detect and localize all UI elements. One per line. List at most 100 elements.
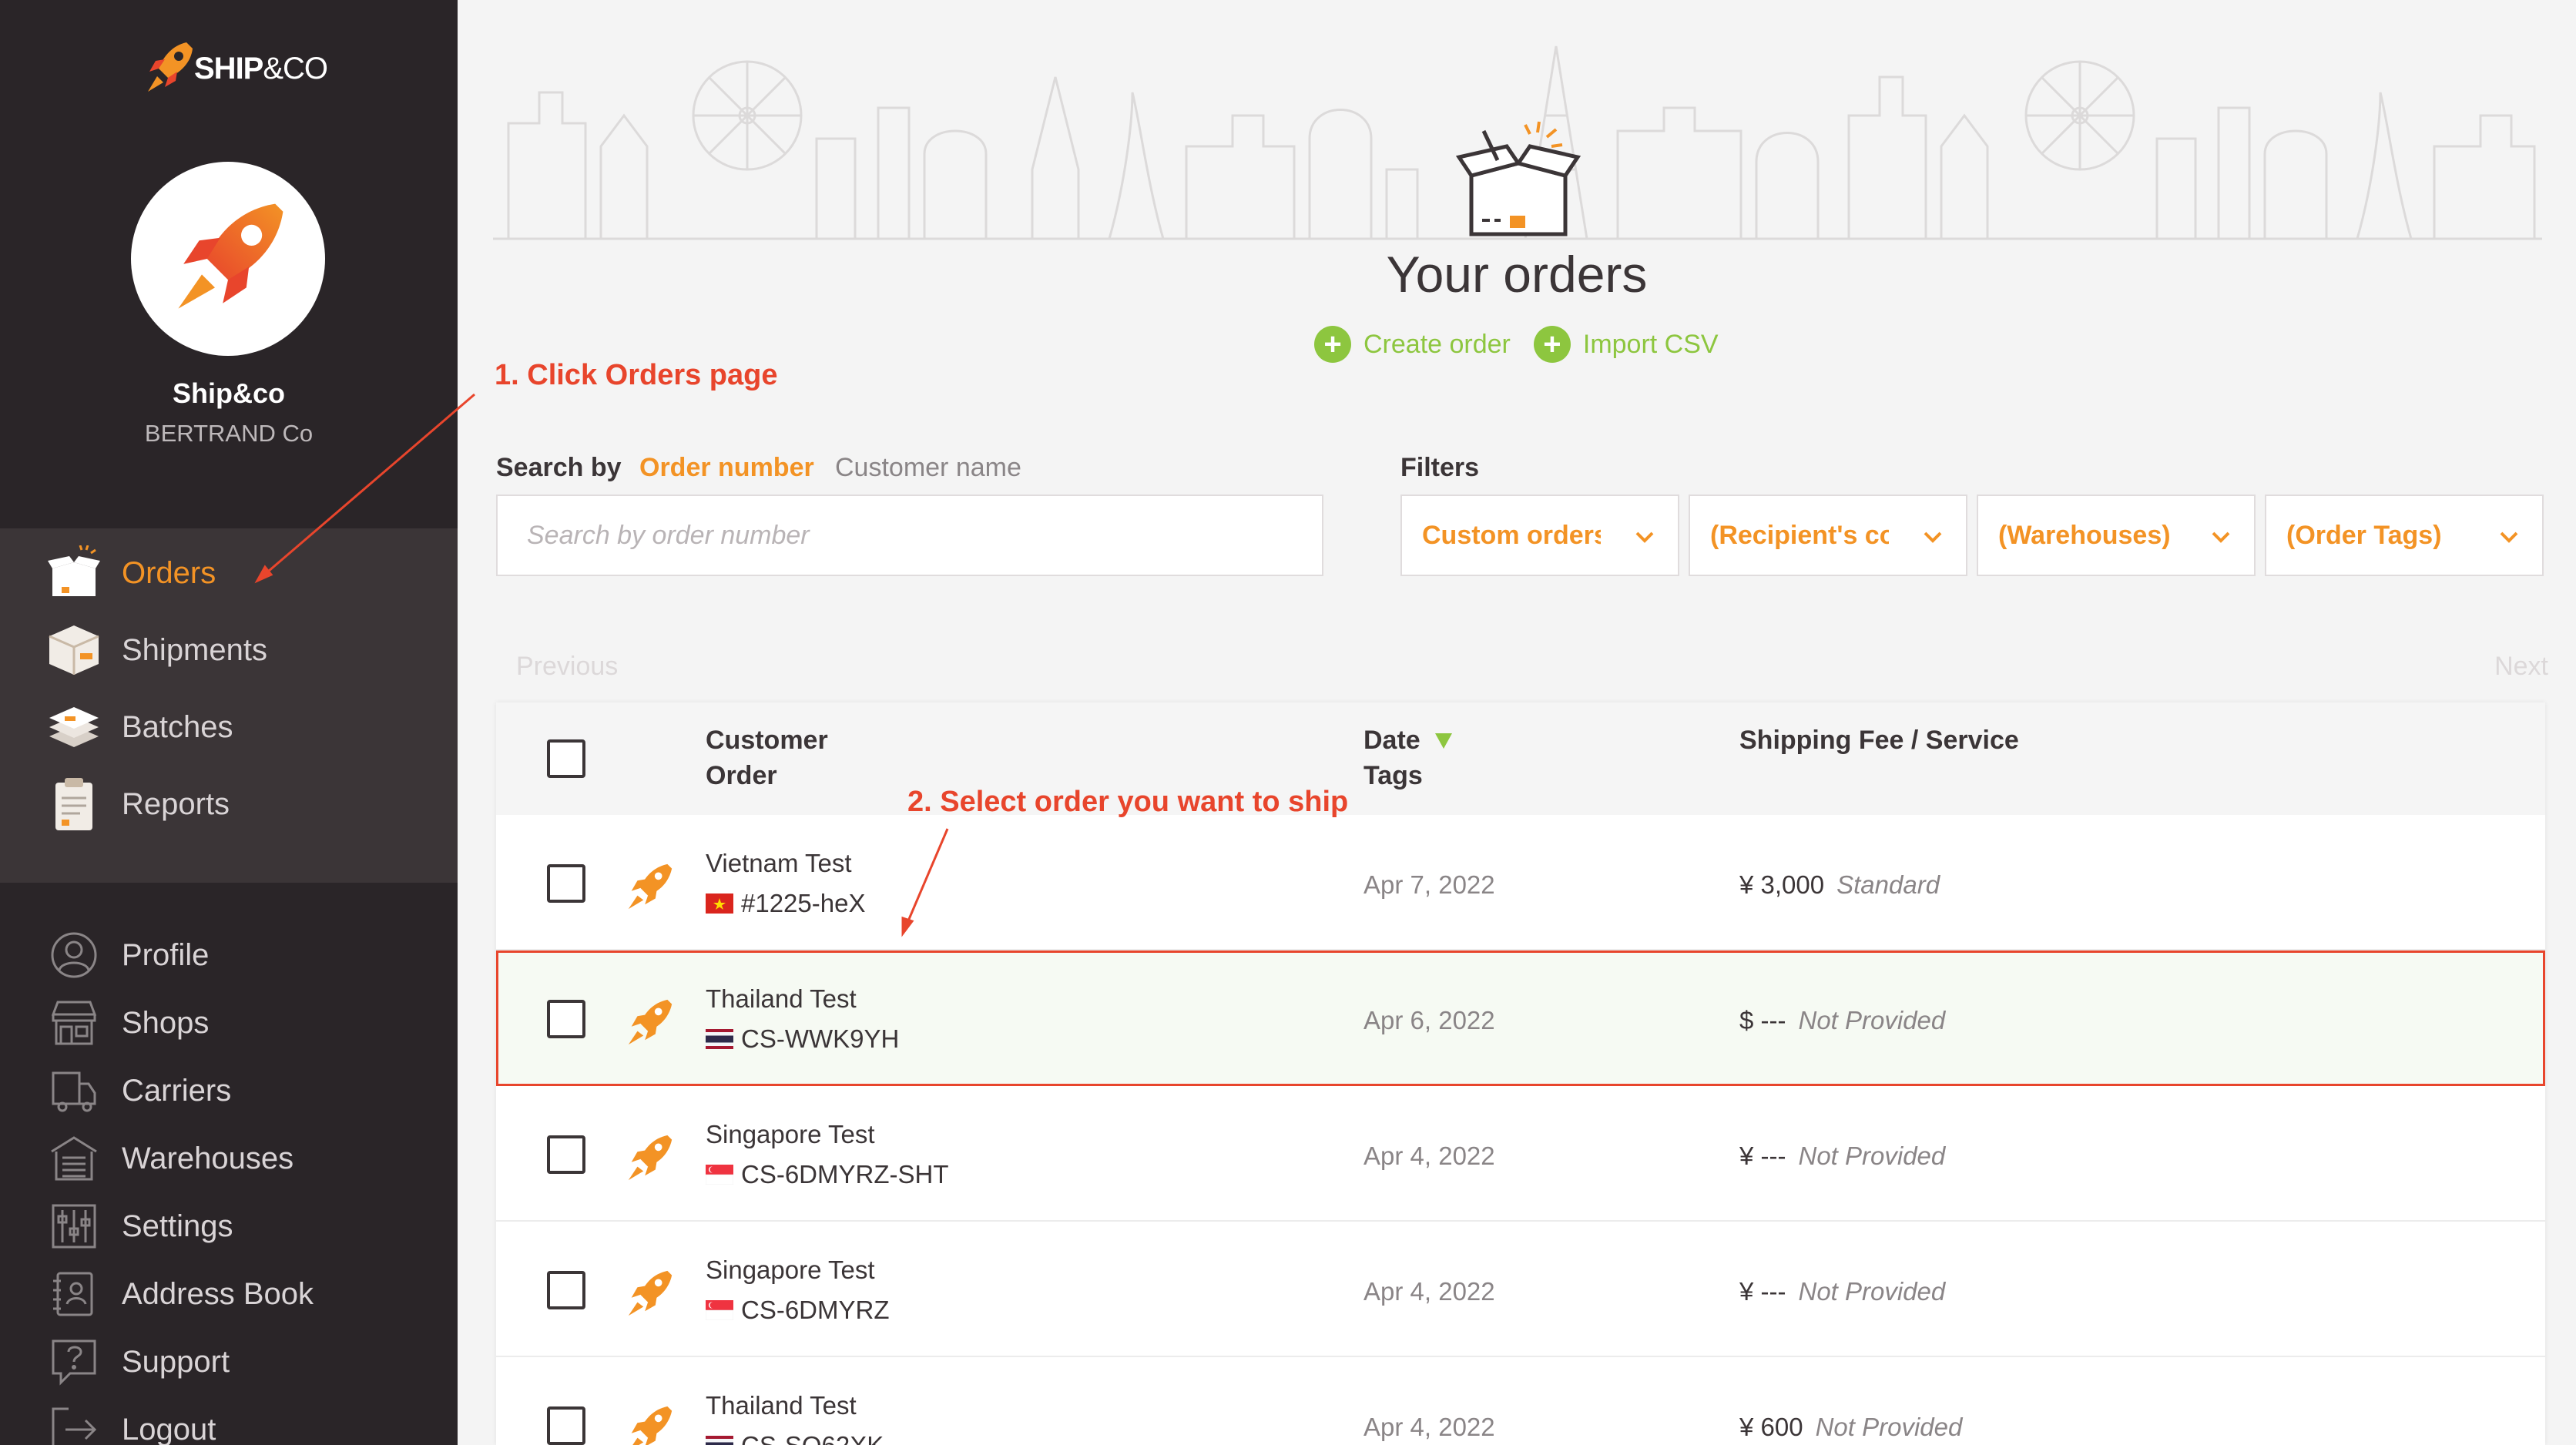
sort-desc-icon <box>1435 733 1453 749</box>
shipping-fee: ¥ 3,000 Standard <box>1739 870 1940 899</box>
filters-label: Filters <box>1400 453 1480 482</box>
sidebar-item-settings[interactable]: Settings <box>0 1189 458 1263</box>
chevron-down-icon <box>1924 531 1942 543</box>
row-checkbox[interactable] <box>547 864 585 903</box>
header-customer[interactable]: Customer <box>706 722 828 758</box>
header-date[interactable]: Date <box>1363 722 1454 758</box>
pager-next[interactable]: Next <box>2494 652 2548 682</box>
filter-warehouses[interactable]: (Warehouses) <box>1977 495 2256 576</box>
sidebar-item-label: Reports <box>122 786 230 821</box>
shop-rocket-icon <box>628 863 673 910</box>
question-icon <box>48 1336 100 1388</box>
table-row[interactable]: Vietnam Test #1225-heX Apr 7, 2022 ¥ 3,0… <box>496 815 2545 950</box>
sidebar-item-reports[interactable]: Reports <box>0 767 458 841</box>
shipandco-logo[interactable]: SHIP&CO <box>143 35 328 102</box>
search-mode-order-number[interactable]: Order number <box>639 453 814 483</box>
order-number: CS-WWK9YH <box>741 1024 900 1053</box>
order-number: #1225-heX <box>741 889 866 917</box>
sidebar-item-orders[interactable]: Orders <box>0 536 458 610</box>
sidebar-item-label: Address Book <box>122 1276 314 1311</box>
pager-previous[interactable]: Previous <box>516 652 618 682</box>
account-name: Ship&co <box>172 377 285 409</box>
sidebar-item-logout[interactable]: Logout <box>0 1393 458 1445</box>
shipping-service: Standard <box>1836 870 1940 899</box>
header-order[interactable]: Order <box>706 758 777 793</box>
search-input[interactable] <box>496 495 1323 576</box>
shipping-fee: ¥ --- Not Provided <box>1739 1277 1946 1306</box>
sidebar-item-label: Batches <box>122 709 233 744</box>
sidebar-item-warehouses[interactable]: Warehouses <box>0 1121 458 1195</box>
filter-order-tags[interactable]: (Order Tags) <box>2265 495 2544 576</box>
annotation-step-2: 2. Select order you want to ship <box>907 786 1349 818</box>
customer-name: Thailand Test <box>706 1391 857 1420</box>
flag-sg-icon <box>706 1165 733 1185</box>
chevron-down-icon <box>2212 531 2230 543</box>
sidebar-item-shipments[interactable]: Shipments <box>0 613 458 687</box>
sidebar-item-label: Shops <box>122 1005 210 1040</box>
flag-th-icon <box>706 1436 733 1445</box>
import-csv-label: Import CSV <box>1582 329 1719 359</box>
customer-name: Vietnam Test <box>706 849 852 877</box>
row-checkbox[interactable] <box>547 1406 585 1445</box>
shipping-service: Not Provided <box>1815 1413 1963 1441</box>
user-icon <box>48 929 100 981</box>
filter-custom-orders[interactable]: Custom orders <box>1400 495 1679 576</box>
sidebar-item-address-book[interactable]: Address Book <box>0 1257 458 1331</box>
orders-table: Customer Order Date Tags Shipping Fee / … <box>496 702 2545 1445</box>
sidebar-item-support[interactable]: Support <box>0 1325 458 1399</box>
header-shipping-fee-service[interactable]: Shipping Fee / Service <box>1739 722 2019 758</box>
sidebar-item-batches[interactable]: Batches <box>0 690 458 764</box>
address-book-icon <box>48 1268 100 1320</box>
shop-rocket-icon <box>628 1135 673 1181</box>
shop-icon <box>48 997 100 1049</box>
customer-name: Singapore Test <box>706 1120 875 1148</box>
shop-rocket-icon <box>628 1270 673 1316</box>
flag-sg-icon <box>706 1300 733 1320</box>
sidebar-item-carriers[interactable]: Carriers <box>0 1054 458 1128</box>
create-order-button[interactable]: + Create order <box>1314 326 1511 363</box>
truck-icon <box>48 1064 100 1117</box>
filter-label: Custom orders <box>1422 520 1601 550</box>
row-checkbox[interactable] <box>547 1135 585 1174</box>
sidebar-item-shops[interactable]: Shops <box>0 986 458 1060</box>
search-by-label: Search by <box>496 453 622 482</box>
filter-label: (Warehouses) <box>1998 520 2171 550</box>
sidebar-item-label: Warehouses <box>122 1141 294 1175</box>
warehouse-icon <box>48 1132 100 1185</box>
logo-text: SHIP&CO <box>194 51 328 85</box>
plus-circle-icon: + <box>1533 326 1571 363</box>
customer-name: Thailand Test <box>706 984 857 1013</box>
sidebar-item-label: Logout <box>122 1412 216 1445</box>
row-checkbox[interactable] <box>547 1000 585 1038</box>
shipping-fee: $ --- Not Provided <box>1739 1006 1946 1034</box>
logout-icon <box>48 1403 100 1445</box>
table-header: Customer Order Date Tags Shipping Fee / … <box>496 702 2545 815</box>
shipping-fee: ¥ --- Not Provided <box>1739 1142 1946 1170</box>
main-content: Your orders + Create order + Import CSV … <box>458 0 2576 1445</box>
search-mode-customer-name[interactable]: Customer name <box>835 453 1021 483</box>
table-row[interactable]: Singapore Test CS-6DMYRZ-SHT Apr 4, 2022… <box>496 1086 2545 1222</box>
import-csv-button[interactable]: + Import CSV <box>1533 326 1719 363</box>
chevron-down-icon <box>1635 531 1654 543</box>
header-tags: Tags <box>1363 761 1423 790</box>
order-date: Apr 4, 2022 <box>1363 1277 1495 1306</box>
shipping-service: Not Provided <box>1798 1142 1946 1170</box>
sidebar-item-profile[interactable]: Profile <box>0 918 458 992</box>
avatar[interactable] <box>131 162 325 356</box>
create-order-label: Create order <box>1363 329 1511 359</box>
order-date: Apr 4, 2022 <box>1363 1413 1495 1441</box>
row-checkbox[interactable] <box>547 1271 585 1309</box>
table-row[interactable]: Singapore Test CS-6DMYRZ Apr 4, 2022 ¥ -… <box>496 1222 2545 1357</box>
filter-recipient-country[interactable]: (Recipient's country) <box>1689 495 1967 576</box>
sidebar-item-label: Shipments <box>122 632 267 667</box>
table-row[interactable]: Thailand Test CS-SQ62XK Apr 4, 2022 ¥ 60… <box>496 1357 2545 1445</box>
stack-icon <box>45 698 103 756</box>
sidebar-item-label: Orders <box>122 555 216 590</box>
sidebar-item-label: Support <box>122 1344 230 1379</box>
shop-rocket-icon <box>631 1406 673 1445</box>
table-row-selected[interactable]: Thailand Test CS-WWK9YH Apr 6, 2022 $ --… <box>496 950 2545 1086</box>
sidebar: SHIP&CO Ship&co BERTRAND Co Orders Shipm… <box>0 0 458 1445</box>
sidebar-item-label: Profile <box>122 937 210 972</box>
select-all-checkbox[interactable] <box>547 739 585 778</box>
filter-label: (Recipient's country) <box>1710 520 1889 550</box>
